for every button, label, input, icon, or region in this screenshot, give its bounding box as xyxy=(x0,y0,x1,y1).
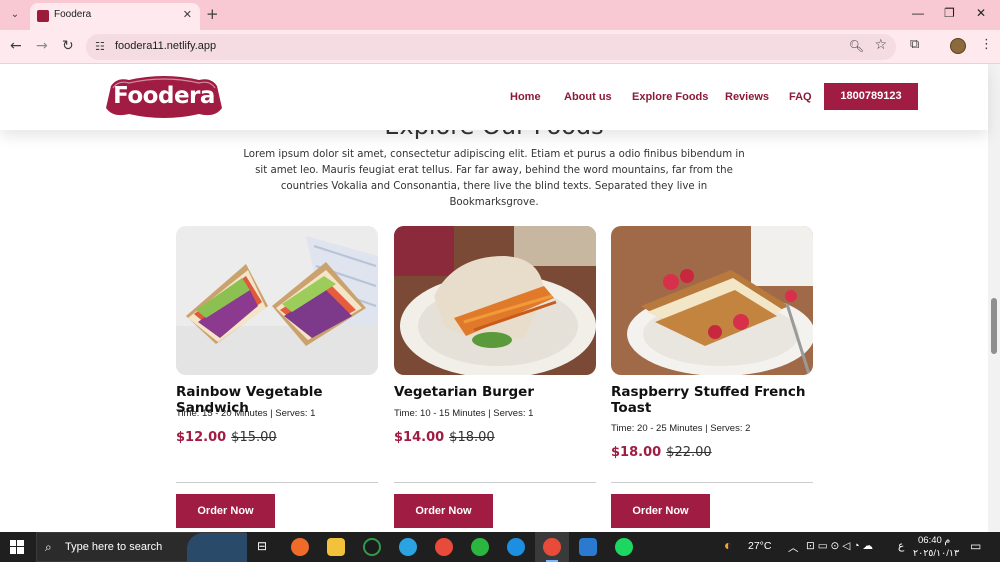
food-card: Vegetarian Burger Time: 10 - 15 Minutes … xyxy=(394,226,596,532)
chrome-icon[interactable] xyxy=(435,538,453,556)
search-highlight-image xyxy=(187,533,247,562)
browser-toolbar: ← → ↻ ☷ foodera11.netlify.app 🔍︎ ☆ ⧉ ⋮ xyxy=(0,30,1000,64)
back-icon[interactable]: ← xyxy=(10,38,22,54)
nav-faq[interactable]: FAQ xyxy=(789,91,812,103)
forward-icon[interactable]: → xyxy=(36,38,48,54)
search-placeholder: Type here to search xyxy=(65,541,163,553)
food-meta: Time: 15 - 20 Minutes | Serves: 1 xyxy=(176,408,316,419)
nav-explore-foods[interactable]: Explore Foods xyxy=(632,91,708,103)
clock-date[interactable]: ٢٠٢٥/١٠/١٣ xyxy=(913,548,959,559)
page-viewport: Explore Our Foods Foodera Home About us … xyxy=(0,64,1000,532)
card-divider xyxy=(176,482,378,483)
vscode-icon[interactable] xyxy=(579,538,597,556)
food-card: Raspberry Stuffed French Toast Time: 20 … xyxy=(611,226,813,532)
favicon-icon xyxy=(37,10,49,22)
food-price: $14.00 $18.00 xyxy=(394,430,495,445)
notification-icon[interactable]: ▭ xyxy=(970,539,981,553)
food-meta: Time: 20 - 25 Minutes | Serves: 2 xyxy=(611,423,751,434)
tray-icons[interactable]: ⊡ ▭ ⊙ ◁ ◔ ☁ xyxy=(806,540,873,552)
url-text[interactable]: foodera11.netlify.app xyxy=(115,40,216,52)
food-title[interactable]: Vegetarian Burger xyxy=(394,384,596,400)
whatsapp-icon[interactable] xyxy=(471,538,489,556)
maximize-icon[interactable]: ❐ xyxy=(944,6,955,20)
current-price: $18.00 xyxy=(611,445,662,460)
card-divider xyxy=(611,482,813,483)
extensions-icon[interactable]: ⧉ xyxy=(910,37,919,52)
taskbar: ⌕ Type here to search ⊟ ◐ 27°C ︿ ⊡ ▭ ⊙ ◁… xyxy=(0,532,1000,562)
app-icon-brave[interactable] xyxy=(291,538,309,556)
order-now-button[interactable]: Order Now xyxy=(611,494,710,528)
food-image xyxy=(394,226,596,375)
food-image xyxy=(176,226,378,375)
windows-start-icon[interactable] xyxy=(10,540,24,554)
zoom-icon[interactable]: 🔍︎ xyxy=(849,39,864,53)
food-title[interactable]: Raspberry Stuffed French Toast xyxy=(611,384,813,416)
weather-icon[interactable]: ◐ xyxy=(724,537,732,553)
app-icon-green[interactable] xyxy=(363,538,381,556)
taskbar-search[interactable]: ⌕ Type here to search xyxy=(36,532,247,562)
close-icon[interactable]: ✕ xyxy=(183,8,192,21)
order-now-button[interactable]: Order Now xyxy=(394,494,493,528)
phone-button[interactable]: 1800789123 xyxy=(824,83,918,110)
avatar[interactable] xyxy=(950,38,966,54)
chevron-up-icon[interactable]: ︿ xyxy=(788,540,799,555)
old-price: $15.00 xyxy=(231,430,277,445)
edge-icon[interactable] xyxy=(507,538,525,556)
search-icon: ⌕ xyxy=(45,540,52,554)
file-explorer-icon[interactable] xyxy=(327,538,345,556)
spotify-icon[interactable] xyxy=(615,538,633,556)
chrome-active-icon[interactable] xyxy=(543,538,561,556)
order-now-button[interactable]: Order Now xyxy=(176,494,275,528)
browser-tab-bar: ⌄ Foodera ✕ + — ❐ ✕ xyxy=(0,0,1000,30)
logo-text: Foodera xyxy=(113,83,215,109)
nav-reviews[interactable]: Reviews xyxy=(725,91,769,103)
minimize-icon[interactable]: — xyxy=(912,6,924,20)
food-card: Rainbow Vegetable Sandwich Time: 15 - 20… xyxy=(176,226,378,532)
card-divider xyxy=(394,482,596,483)
language-indicator[interactable]: ع xyxy=(898,540,904,552)
food-price: $12.00 $15.00 xyxy=(176,430,277,445)
plus-icon[interactable]: + xyxy=(206,5,219,23)
logo[interactable]: Foodera xyxy=(105,74,223,120)
address-bar[interactable]: ☷ foodera11.netlify.app 🔍︎ ☆ xyxy=(86,34,896,60)
reload-icon[interactable]: ↻ xyxy=(62,38,74,54)
telegram-icon[interactable] xyxy=(399,538,417,556)
site-info-icon[interactable]: ☷ xyxy=(95,40,105,53)
food-meta: Time: 10 - 15 Minutes | Serves: 1 xyxy=(394,408,534,419)
old-price: $18.00 xyxy=(449,430,495,445)
page-scrollbar[interactable] xyxy=(988,64,1000,532)
current-price: $14.00 xyxy=(394,430,445,445)
clock-time[interactable]: 06:40 م xyxy=(918,535,950,546)
site-header: Foodera Home About us Explore Foods Revi… xyxy=(0,64,988,130)
star-icon[interactable]: ☆ xyxy=(874,37,887,53)
more-icon[interactable]: ⋮ xyxy=(980,37,993,52)
temperature[interactable]: 27°C xyxy=(748,540,771,552)
window-close-icon[interactable]: ✕ xyxy=(976,6,986,20)
tab-title: Foodera xyxy=(54,9,92,20)
scrollbar-thumb[interactable] xyxy=(991,298,997,354)
browser-tab[interactable]: Foodera ✕ xyxy=(30,3,200,30)
old-price: $22.00 xyxy=(666,445,712,460)
food-price: $18.00 $22.00 xyxy=(611,445,712,460)
nav-home[interactable]: Home xyxy=(510,91,541,103)
intro-text: Lorem ipsum dolor sit amet, consectetur … xyxy=(243,149,745,208)
nav-about-us[interactable]: About us xyxy=(564,91,612,103)
food-image xyxy=(611,226,813,375)
tab-menu-icon[interactable]: ⌄ xyxy=(6,6,24,24)
current-price: $12.00 xyxy=(176,430,227,445)
task-view-icon[interactable]: ⊟ xyxy=(257,539,267,553)
